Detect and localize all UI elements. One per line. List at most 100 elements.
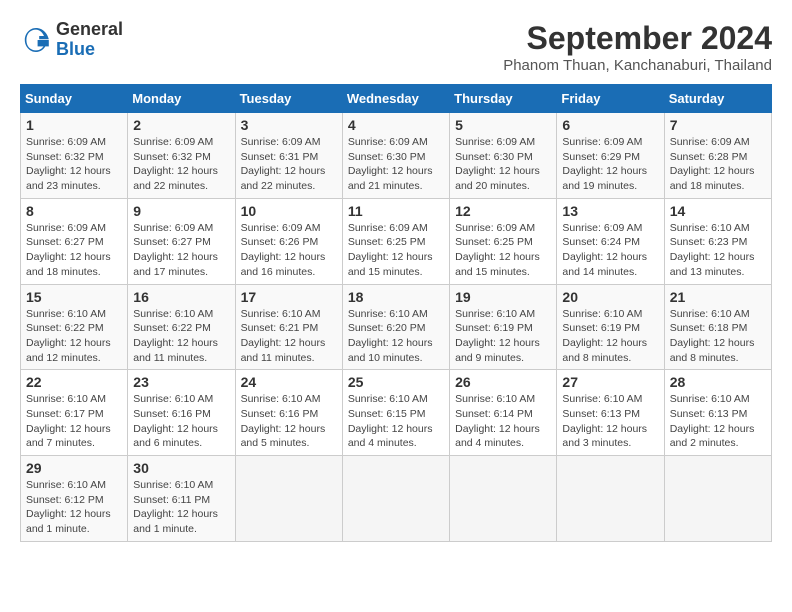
month-year-title: September 2024 — [503, 20, 772, 57]
day-detail: Sunrise: 6:10 AMSunset: 6:17 PMDaylight:… — [26, 392, 122, 451]
day-number: 24 — [241, 374, 337, 390]
day-number: 19 — [455, 289, 551, 305]
calendar-week-row: 1 Sunrise: 6:09 AMSunset: 6:32 PMDayligh… — [21, 113, 772, 199]
calendar-day-cell: 12 Sunrise: 6:09 AMSunset: 6:25 PMDaylig… — [450, 198, 557, 284]
calendar-day-cell: 10 Sunrise: 6:09 AMSunset: 6:26 PMDaylig… — [235, 198, 342, 284]
logo-text: General Blue — [56, 20, 123, 60]
day-detail: Sunrise: 6:10 AMSunset: 6:22 PMDaylight:… — [133, 307, 229, 366]
day-detail: Sunrise: 6:10 AMSunset: 6:12 PMDaylight:… — [26, 478, 122, 537]
logo: General Blue — [20, 20, 123, 60]
calendar-day-cell: 30 Sunrise: 6:10 AMSunset: 6:11 PMDaylig… — [128, 456, 235, 542]
day-number: 10 — [241, 203, 337, 219]
day-detail: Sunrise: 6:10 AMSunset: 6:16 PMDaylight:… — [133, 392, 229, 451]
day-detail: Sunrise: 6:10 AMSunset: 6:21 PMDaylight:… — [241, 307, 337, 366]
calendar-day-cell: 15 Sunrise: 6:10 AMSunset: 6:22 PMDaylig… — [21, 284, 128, 370]
day-number: 29 — [26, 460, 122, 476]
day-number: 30 — [133, 460, 229, 476]
day-detail: Sunrise: 6:10 AMSunset: 6:14 PMDaylight:… — [455, 392, 551, 451]
day-detail: Sunrise: 6:09 AMSunset: 6:32 PMDaylight:… — [133, 135, 229, 194]
weekday-header-monday: Monday — [128, 85, 235, 113]
calendar-week-row: 29 Sunrise: 6:10 AMSunset: 6:12 PMDaylig… — [21, 456, 772, 542]
calendar-day-cell: 13 Sunrise: 6:09 AMSunset: 6:24 PMDaylig… — [557, 198, 664, 284]
day-number: 20 — [562, 289, 658, 305]
calendar-week-row: 8 Sunrise: 6:09 AMSunset: 6:27 PMDayligh… — [21, 198, 772, 284]
day-number: 27 — [562, 374, 658, 390]
day-detail: Sunrise: 6:09 AMSunset: 6:25 PMDaylight:… — [348, 221, 444, 280]
day-detail: Sunrise: 6:10 AMSunset: 6:15 PMDaylight:… — [348, 392, 444, 451]
calendar-table: SundayMondayTuesdayWednesdayThursdayFrid… — [20, 84, 772, 542]
day-detail: Sunrise: 6:10 AMSunset: 6:13 PMDaylight:… — [562, 392, 658, 451]
calendar-day-cell: 22 Sunrise: 6:10 AMSunset: 6:17 PMDaylig… — [21, 370, 128, 456]
day-number: 9 — [133, 203, 229, 219]
day-number: 13 — [562, 203, 658, 219]
calendar-day-cell: 21 Sunrise: 6:10 AMSunset: 6:18 PMDaylig… — [664, 284, 771, 370]
calendar-day-cell: 7 Sunrise: 6:09 AMSunset: 6:28 PMDayligh… — [664, 113, 771, 199]
day-number: 3 — [241, 117, 337, 133]
day-number: 22 — [26, 374, 122, 390]
calendar-day-cell: 17 Sunrise: 6:10 AMSunset: 6:21 PMDaylig… — [235, 284, 342, 370]
day-number: 2 — [133, 117, 229, 133]
day-detail: Sunrise: 6:09 AMSunset: 6:28 PMDaylight:… — [670, 135, 766, 194]
day-detail: Sunrise: 6:09 AMSunset: 6:31 PMDaylight:… — [241, 135, 337, 194]
calendar-day-cell: 11 Sunrise: 6:09 AMSunset: 6:25 PMDaylig… — [342, 198, 449, 284]
weekday-header-friday: Friday — [557, 85, 664, 113]
day-detail: Sunrise: 6:09 AMSunset: 6:26 PMDaylight:… — [241, 221, 337, 280]
calendar-day-cell — [664, 456, 771, 542]
day-detail: Sunrise: 6:10 AMSunset: 6:18 PMDaylight:… — [670, 307, 766, 366]
calendar-day-cell — [235, 456, 342, 542]
calendar-day-cell: 6 Sunrise: 6:09 AMSunset: 6:29 PMDayligh… — [557, 113, 664, 199]
calendar-day-cell: 16 Sunrise: 6:10 AMSunset: 6:22 PMDaylig… — [128, 284, 235, 370]
weekday-header-saturday: Saturday — [664, 85, 771, 113]
day-number: 1 — [26, 117, 122, 133]
calendar-day-cell: 28 Sunrise: 6:10 AMSunset: 6:13 PMDaylig… — [664, 370, 771, 456]
day-detail: Sunrise: 6:10 AMSunset: 6:20 PMDaylight:… — [348, 307, 444, 366]
calendar-day-cell: 4 Sunrise: 6:09 AMSunset: 6:30 PMDayligh… — [342, 113, 449, 199]
day-number: 8 — [26, 203, 122, 219]
day-number: 17 — [241, 289, 337, 305]
weekday-header-wednesday: Wednesday — [342, 85, 449, 113]
day-detail: Sunrise: 6:09 AMSunset: 6:27 PMDaylight:… — [26, 221, 122, 280]
day-detail: Sunrise: 6:09 AMSunset: 6:24 PMDaylight:… — [562, 221, 658, 280]
day-number: 5 — [455, 117, 551, 133]
calendar-day-cell: 24 Sunrise: 6:10 AMSunset: 6:16 PMDaylig… — [235, 370, 342, 456]
day-detail: Sunrise: 6:09 AMSunset: 6:29 PMDaylight:… — [562, 135, 658, 194]
calendar-day-cell: 8 Sunrise: 6:09 AMSunset: 6:27 PMDayligh… — [21, 198, 128, 284]
calendar-day-cell: 1 Sunrise: 6:09 AMSunset: 6:32 PMDayligh… — [21, 113, 128, 199]
day-detail: Sunrise: 6:09 AMSunset: 6:27 PMDaylight:… — [133, 221, 229, 280]
day-detail: Sunrise: 6:09 AMSunset: 6:32 PMDaylight:… — [26, 135, 122, 194]
day-detail: Sunrise: 6:10 AMSunset: 6:22 PMDaylight:… — [26, 307, 122, 366]
calendar-day-cell — [557, 456, 664, 542]
day-detail: Sunrise: 6:09 AMSunset: 6:25 PMDaylight:… — [455, 221, 551, 280]
day-number: 11 — [348, 203, 444, 219]
day-detail: Sunrise: 6:10 AMSunset: 6:16 PMDaylight:… — [241, 392, 337, 451]
calendar-day-cell — [342, 456, 449, 542]
day-detail: Sunrise: 6:10 AMSunset: 6:19 PMDaylight:… — [455, 307, 551, 366]
day-number: 16 — [133, 289, 229, 305]
calendar-day-cell: 19 Sunrise: 6:10 AMSunset: 6:19 PMDaylig… — [450, 284, 557, 370]
calendar-day-cell: 26 Sunrise: 6:10 AMSunset: 6:14 PMDaylig… — [450, 370, 557, 456]
day-number: 28 — [670, 374, 766, 390]
day-number: 23 — [133, 374, 229, 390]
calendar-day-cell: 9 Sunrise: 6:09 AMSunset: 6:27 PMDayligh… — [128, 198, 235, 284]
day-number: 7 — [670, 117, 766, 133]
title-block: September 2024 Phanom Thuan, Kanchanabur… — [503, 20, 772, 74]
day-detail: Sunrise: 6:10 AMSunset: 6:13 PMDaylight:… — [670, 392, 766, 451]
location-subtitle: Phanom Thuan, Kanchanaburi, Thailand — [503, 57, 772, 74]
calendar-day-cell: 29 Sunrise: 6:10 AMSunset: 6:12 PMDaylig… — [21, 456, 128, 542]
day-detail: Sunrise: 6:10 AMSunset: 6:19 PMDaylight:… — [562, 307, 658, 366]
day-number: 25 — [348, 374, 444, 390]
calendar-day-cell: 3 Sunrise: 6:09 AMSunset: 6:31 PMDayligh… — [235, 113, 342, 199]
day-number: 21 — [670, 289, 766, 305]
calendar-week-row: 15 Sunrise: 6:10 AMSunset: 6:22 PMDaylig… — [21, 284, 772, 370]
logo-icon — [20, 24, 52, 56]
calendar-day-cell: 23 Sunrise: 6:10 AMSunset: 6:16 PMDaylig… — [128, 370, 235, 456]
calendar-day-cell: 18 Sunrise: 6:10 AMSunset: 6:20 PMDaylig… — [342, 284, 449, 370]
calendar-day-cell: 20 Sunrise: 6:10 AMSunset: 6:19 PMDaylig… — [557, 284, 664, 370]
calendar-day-cell: 14 Sunrise: 6:10 AMSunset: 6:23 PMDaylig… — [664, 198, 771, 284]
day-number: 18 — [348, 289, 444, 305]
calendar-day-cell — [450, 456, 557, 542]
day-number: 4 — [348, 117, 444, 133]
calendar-day-cell: 25 Sunrise: 6:10 AMSunset: 6:15 PMDaylig… — [342, 370, 449, 456]
calendar-week-row: 22 Sunrise: 6:10 AMSunset: 6:17 PMDaylig… — [21, 370, 772, 456]
weekday-header-sunday: Sunday — [21, 85, 128, 113]
